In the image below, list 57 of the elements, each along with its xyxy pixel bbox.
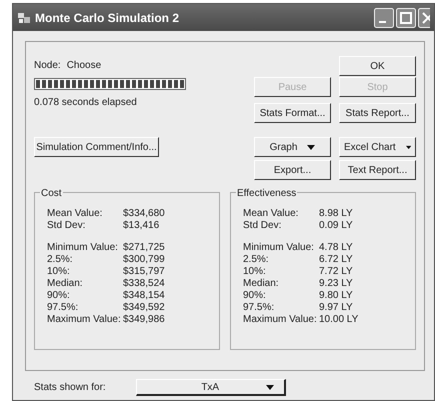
stat-label: 90%: bbox=[243, 288, 267, 302]
dropdown-arrow-icon bbox=[307, 144, 316, 150]
node-value: Choose bbox=[66, 59, 102, 73]
stat-value: $334,680 bbox=[123, 206, 165, 220]
stat-label: 10%: bbox=[47, 264, 71, 278]
stat-value: $338,524 bbox=[123, 276, 165, 290]
app-icon bbox=[17, 10, 31, 24]
stat-value: 8.98 LY bbox=[319, 206, 353, 220]
stat-label: Minimum Value: bbox=[243, 240, 315, 254]
stat-value: 10.00 LY bbox=[319, 312, 358, 326]
stat-value: $315,797 bbox=[123, 264, 165, 278]
stat-value: $300,799 bbox=[123, 252, 165, 266]
stat-value: 4.78 LY bbox=[319, 240, 353, 254]
stats-for-dropdown[interactable]: TxA bbox=[136, 379, 286, 396]
stat-value: $13,416 bbox=[123, 218, 160, 232]
window-title: Monte Carlo Simulation 2 bbox=[35, 10, 180, 26]
dropdown-arrow-icon bbox=[406, 144, 411, 150]
stat-value: 9.80 LY bbox=[319, 288, 353, 302]
elapsed-time: 0.078 seconds elapsed bbox=[34, 96, 138, 110]
stat-label: Std Dev: bbox=[47, 218, 86, 232]
menu-button[interactable]: Excel Chart bbox=[339, 137, 416, 157]
stats-shown-for-label: Stats shown for: bbox=[34, 381, 106, 395]
maximize-icon[interactable] bbox=[396, 8, 416, 28]
button[interactable]: Export... bbox=[254, 160, 331, 180]
stat-label: 2.5%: bbox=[47, 252, 74, 266]
stat-label: Std Dev: bbox=[243, 218, 282, 232]
stat-value: 6.72 LY bbox=[319, 252, 353, 266]
button[interactable]: OK bbox=[339, 56, 416, 76]
stat-label: 90%: bbox=[47, 288, 71, 302]
button[interactable]: Stats Report... bbox=[339, 103, 416, 123]
stat-value: 0.09 LY bbox=[319, 218, 353, 232]
stat-value: $348,154 bbox=[123, 288, 165, 302]
stat-label: 97.5%: bbox=[243, 300, 276, 314]
stat-label: Maximum Value: bbox=[243, 312, 318, 326]
stat-value: $271,725 bbox=[123, 240, 165, 254]
close-icon[interactable] bbox=[418, 8, 430, 28]
stat-label: 2.5%: bbox=[243, 252, 270, 266]
stat-value: 9.23 LY bbox=[319, 276, 353, 290]
stat-value: $349,986 bbox=[123, 312, 165, 326]
stat-label: Mean Value: bbox=[47, 206, 104, 220]
button[interactable]: Stats Format... bbox=[254, 103, 331, 123]
stat-label: Minimum Value: bbox=[47, 240, 119, 254]
button[interactable]: Simulation Comment/Info... bbox=[34, 137, 159, 157]
stat-label: 97.5%: bbox=[47, 300, 80, 314]
stat-value: $349,592 bbox=[123, 300, 165, 314]
node-label: Node: bbox=[34, 59, 61, 73]
stat-value: 9.97 LY bbox=[319, 300, 353, 314]
menu-button[interactable]: Graph bbox=[254, 137, 331, 157]
stat-label: Mean Value: bbox=[243, 206, 300, 220]
stat-label: Median: bbox=[243, 276, 280, 290]
stat-label: Maximum Value: bbox=[47, 312, 122, 326]
stat-label: Median: bbox=[47, 276, 84, 290]
button[interactable]: Text Report... bbox=[339, 160, 416, 180]
stat-label: 10%: bbox=[243, 264, 267, 278]
stat-value: 7.72 LY bbox=[319, 264, 353, 278]
dropdown-arrow-icon bbox=[266, 384, 274, 390]
minimize-icon[interactable] bbox=[374, 8, 394, 28]
